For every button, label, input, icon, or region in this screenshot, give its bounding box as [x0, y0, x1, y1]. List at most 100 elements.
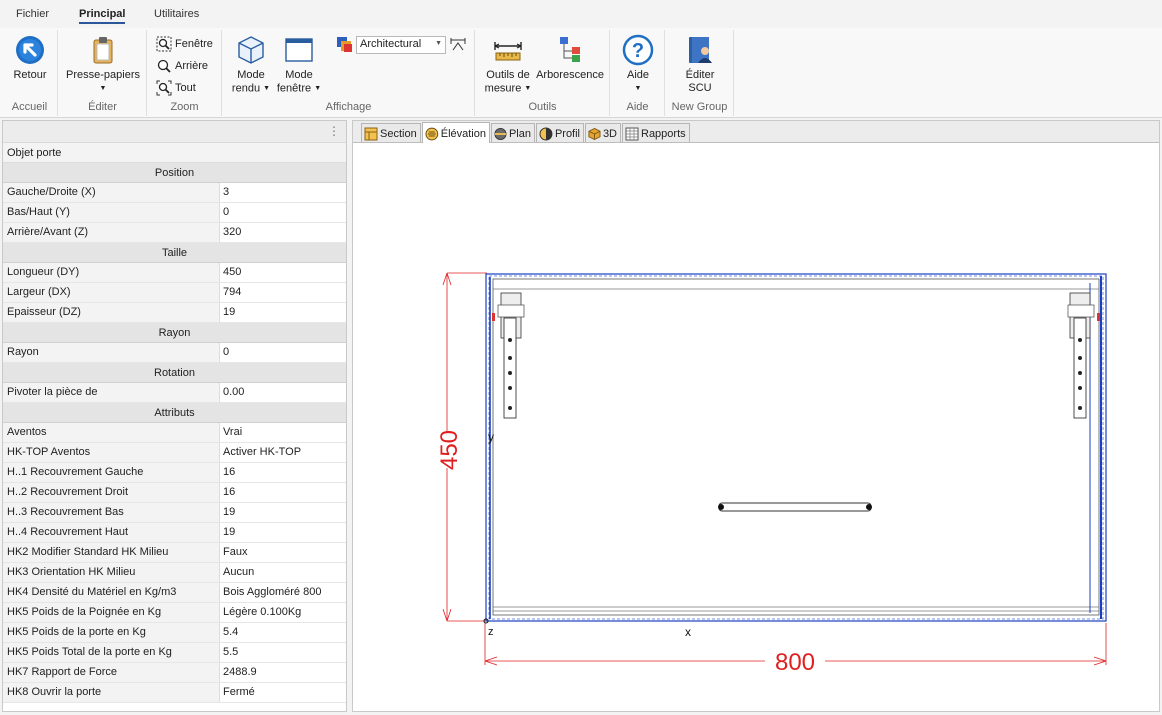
tab-elevation[interactable]: Élévation [422, 122, 490, 143]
presse-papiers-label: Presse-papiers [66, 69, 140, 81]
property-value-field[interactable]: 19 [220, 303, 346, 322]
property-value-field[interactable]: Faux [220, 543, 346, 562]
help-icon: ? [622, 34, 654, 66]
zoom-arriere-button[interactable]: Arrière [156, 58, 208, 74]
mode-rendu-label-1: Mode [237, 69, 265, 81]
property-name: HK7 Rapport de Force [3, 663, 220, 682]
presse-papiers-button[interactable]: Presse-papiers ▼ [63, 34, 143, 95]
mode-rendu-button[interactable]: Mode rendu ▼ [229, 34, 273, 95]
property-row[interactable]: H..1 Recouvrement Gauche 16 [3, 463, 346, 483]
tab-section[interactable]: Section [361, 123, 421, 142]
property-row[interactable]: HK3 Orientation HK Milieu Aucun [3, 563, 346, 583]
tab-fichier[interactable]: Fichier [16, 8, 49, 20]
property-value-field[interactable]: 794 [220, 283, 346, 302]
property-name: H..1 Recouvrement Gauche [3, 463, 220, 482]
property-row[interactable]: H..2 Recouvrement Droit 16 [3, 483, 346, 503]
property-name: HK5 Poids de la Poignée en Kg [3, 603, 220, 622]
property-row[interactable]: Aventos Vrai [3, 423, 346, 443]
elevation-canvas[interactable]: 450 800 y x z [353, 143, 1159, 711]
property-row[interactable]: HK8 Ouvrir la porte Fermé [3, 683, 346, 703]
property-value-field[interactable]: 3 [220, 183, 346, 202]
group-affichage: Mode rendu ▼ Mode fenêtre ▼ Architectura… [223, 30, 475, 116]
property-value-field[interactable]: 0.00 [220, 383, 346, 402]
display-style-select[interactable]: Architectural ▼ [356, 36, 446, 54]
property-value-field[interactable]: 2488.9 [220, 663, 346, 682]
section-rotation[interactable]: Rotation [3, 363, 346, 383]
tab-3d[interactable]: 3D [585, 123, 621, 142]
property-value-field[interactable]: 450 [220, 263, 346, 282]
chevron-down-icon: ▼ [634, 85, 642, 92]
property-row[interactable]: H..4 Recouvrement Haut 19 [3, 523, 346, 543]
property-value-field[interactable]: Bois Aggloméré 800 [220, 583, 346, 602]
ruler-icon [494, 42, 522, 61]
aide-button[interactable]: ? Aide ▼ [619, 34, 657, 95]
property-value-field[interactable]: 0 [220, 203, 346, 222]
zoom-fenetre-label: Fenêtre [175, 38, 213, 50]
property-value-field[interactable]: Fermé [220, 683, 346, 702]
property-value-field[interactable]: 19 [220, 523, 346, 542]
property-row[interactable]: H..3 Recouvrement Bas 19 [3, 503, 346, 523]
arborescence-button[interactable]: Arborescence [534, 34, 606, 82]
property-row[interactable]: Pivoter la pièce de 0.00 [3, 383, 346, 403]
property-row[interactable]: Bas/Haut (Y) 0 [3, 203, 346, 223]
property-value-field[interactable]: Aucun [220, 563, 346, 582]
property-value-field[interactable]: 16 [220, 483, 346, 502]
property-row[interactable]: Gauche/Droite (X) 3 [3, 183, 346, 203]
door-panel[interactable] [485, 273, 1107, 622]
zoom-tout-button[interactable]: Tout [156, 80, 196, 96]
zoom-fenetre-button[interactable]: Fenêtre [156, 36, 213, 52]
property-row[interactable]: Largeur (DX) 794 [3, 283, 346, 303]
outils-mesure-button[interactable]: Outils de mesure ▼ [480, 34, 536, 95]
property-value-field[interactable]: Légère 0.100Kg [220, 603, 346, 622]
property-row[interactable]: HK2 Modifier Standard HK Milieu Faux [3, 543, 346, 563]
dimension-tool-icon[interactable] [449, 36, 467, 54]
tab-profil[interactable]: Profil [536, 123, 584, 142]
property-row[interactable]: Rayon 0 [3, 343, 346, 363]
door-handle[interactable] [718, 502, 872, 512]
property-value-field[interactable]: 0 [220, 343, 346, 362]
back-arrow-icon [16, 36, 44, 64]
property-row[interactable]: HK-TOP Aventos Activer HK-TOP [3, 443, 346, 463]
property-name: Largeur (DX) [3, 283, 220, 302]
tab-3d-label: 3D [602, 128, 617, 140]
section-rayon[interactable]: Rayon [3, 323, 346, 343]
property-row[interactable]: Arrière/Avant (Z) 320 [3, 223, 346, 243]
property-row[interactable]: HK5 Poids de la porte en Kg 5.4 [3, 623, 346, 643]
group-aide: ? Aide ▼ Aide [611, 30, 665, 116]
user-book-icon [689, 37, 712, 63]
mode-fenetre-button[interactable]: Mode fenêtre ▼ [276, 34, 322, 95]
section-position[interactable]: Position [3, 163, 346, 183]
property-row[interactable]: HK5 Poids de la Poignée en Kg Légère 0.10… [3, 603, 346, 623]
elevation-icon [425, 127, 439, 141]
property-value-field[interactable]: 5.4 [220, 623, 346, 642]
property-value-field[interactable]: Vrai [220, 423, 346, 442]
tab-rapports[interactable]: Rapports [622, 123, 690, 142]
property-value-field[interactable]: 5.5 [220, 643, 346, 662]
property-name: HK8 Ouvrir la porte [3, 683, 220, 702]
report-icon [625, 127, 639, 141]
zoom-tout-label: Tout [175, 82, 196, 94]
property-value-field[interactable]: 16 [220, 463, 346, 482]
property-row[interactable]: HK7 Rapport de Force 2488.9 [3, 663, 346, 683]
section-taille[interactable]: Taille [3, 243, 346, 263]
property-row[interactable]: HK5 Poids Total de la porte en Kg 5.5 [3, 643, 346, 663]
retour-button[interactable]: Retour [11, 34, 49, 82]
property-value-field[interactable]: 19 [220, 503, 346, 522]
property-row[interactable]: Epaisseur (DZ) 19 [3, 303, 346, 323]
section-attributs[interactable]: Attributs [3, 403, 346, 423]
group-label-accueil: Accueil [11, 101, 48, 113]
property-row[interactable]: Longueur (DY) 450 [3, 263, 346, 283]
panel-menu-icon[interactable]: ⋮ [328, 124, 340, 138]
chevron-down-icon: ▼ [263, 85, 271, 92]
property-value-field[interactable]: 320 [220, 223, 346, 242]
tab-plan[interactable]: Plan [491, 123, 535, 142]
editer-scu-button[interactable]: Éditer SCU [676, 34, 724, 95]
svg-text:?: ? [632, 40, 644, 62]
tab-principal[interactable]: Principal [79, 8, 126, 24]
properties-panel: ⋮ Objet porte Position Gauche/Droite (X)… [2, 120, 347, 712]
tab-utilitaires[interactable]: Utilitaires [154, 8, 199, 20]
property-row[interactable]: HK4 Densité du Matériel en Kg/m3 Bois Agg… [3, 583, 346, 603]
width-dimension-label: 800 [775, 649, 815, 676]
tab-plan-label: Plan [508, 128, 531, 140]
property-value-field[interactable]: Activer HK-TOP [220, 443, 346, 462]
